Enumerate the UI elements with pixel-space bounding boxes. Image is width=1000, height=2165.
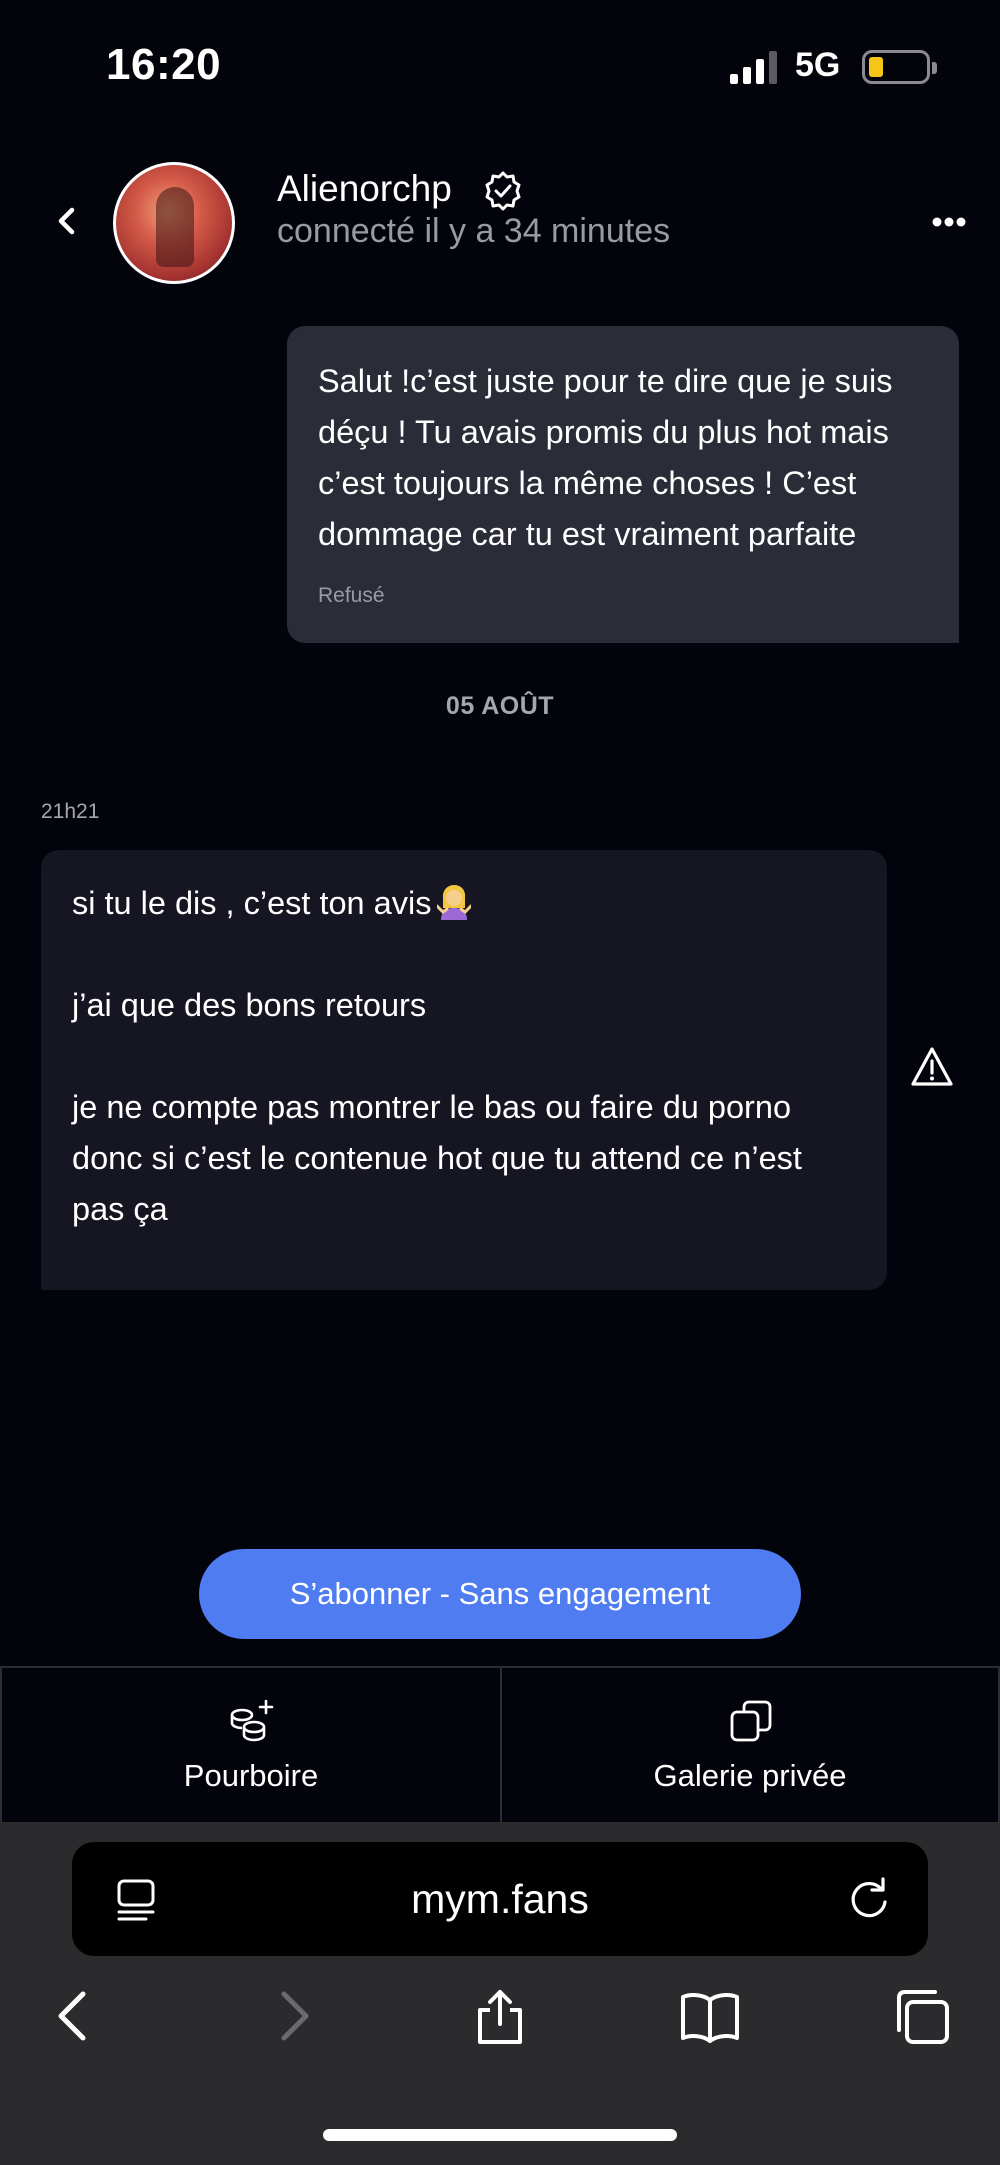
status-bar: 16:20 5G xyxy=(0,0,1000,130)
action-bar: Pourboire Galerie privée xyxy=(0,1666,1000,1824)
share-icon[interactable] xyxy=(470,1986,530,2046)
address-bar[interactable]: mym.fans xyxy=(72,1842,928,1956)
browser-toolbar: mym.fans xyxy=(0,1822,1000,2165)
reload-icon[interactable] xyxy=(846,1876,892,1922)
signal-icon xyxy=(730,51,777,84)
chat-header: Alienorchp connecté il y a 34 minutes xyxy=(0,150,1000,300)
incoming-line: si tu le dis , c’est ton avis xyxy=(72,878,857,929)
tip-label: Pourboire xyxy=(183,1758,319,1793)
subscribe-button[interactable]: S’abonner - Sans engagement xyxy=(199,1549,801,1639)
shrug-emoji-icon xyxy=(437,885,472,920)
incoming-line: je ne compte pas montrer le bas ou faire… xyxy=(72,1089,802,1227)
book-icon[interactable] xyxy=(680,1986,740,2046)
incoming-message[interactable]: si tu le dis , c’est ton avis j’ai que d… xyxy=(41,850,887,1290)
network-type: 5G xyxy=(795,46,841,84)
battery-icon xyxy=(862,50,937,84)
warning-triangle-icon[interactable] xyxy=(910,1046,954,1088)
private-gallery-button[interactable]: Galerie privée xyxy=(500,1668,1000,1824)
incoming-line-text: si tu le dis , c’est ton avis xyxy=(72,885,432,921)
message-status: Refusé xyxy=(318,584,385,607)
more-horizontal-icon[interactable] xyxy=(932,216,966,228)
message-time: 21h21 xyxy=(41,800,100,823)
home-indicator xyxy=(323,2129,677,2141)
avatar[interactable] xyxy=(113,162,235,284)
chevron-left-icon[interactable] xyxy=(45,1986,105,2046)
tabs-icon[interactable] xyxy=(893,1986,953,2046)
coins-plus-icon xyxy=(230,1699,274,1742)
tip-button[interactable]: Pourboire xyxy=(0,1668,500,1824)
verified-badge-icon xyxy=(485,171,521,211)
gallery-label: Galerie privée xyxy=(653,1758,847,1793)
outgoing-message[interactable]: Salut !c’est juste pour te dire que je s… xyxy=(287,326,959,643)
chevron-left-icon[interactable] xyxy=(52,206,82,236)
outgoing-message-text: Salut !c’est juste pour te dire que je s… xyxy=(318,363,893,552)
status-time: 16:20 xyxy=(106,40,222,89)
presence-status: connecté il y a 34 minutes xyxy=(277,212,671,250)
chevron-right-icon[interactable] xyxy=(262,1986,322,2046)
incoming-line: j’ai que des bons retours xyxy=(72,987,427,1023)
url-text: mym.fans xyxy=(411,1876,589,1922)
date-separator: 05 AOÛT xyxy=(445,692,555,720)
copy-stack-icon xyxy=(730,1700,772,1742)
profile-name[interactable]: Alienorchp xyxy=(277,168,452,210)
